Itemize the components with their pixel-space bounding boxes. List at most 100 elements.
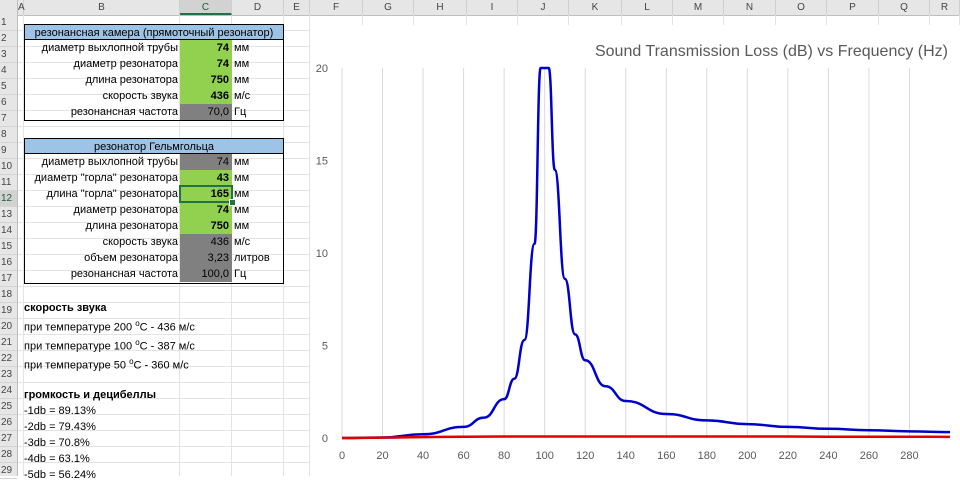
sound-speed-title[interactable]: скорость звука — [20, 300, 300, 316]
param-label[interactable]: объем резонатора — [24, 250, 180, 266]
row-header-19[interactable]: 19 — [0, 303, 17, 319]
row-header-27[interactable]: 27 — [0, 431, 17, 447]
param-label[interactable]: резонансная частота — [24, 266, 180, 282]
row-header-16[interactable]: 16 — [0, 255, 17, 271]
row-header-13[interactable]: 13 — [0, 207, 17, 223]
column-header-h[interactable]: H — [414, 0, 467, 15]
column-header-q[interactable]: Q — [879, 0, 930, 15]
param-unit[interactable]: мм — [232, 186, 284, 202]
column-header-m[interactable]: M — [673, 0, 724, 15]
row-header-17[interactable]: 17 — [0, 271, 17, 287]
row-header-11[interactable]: 11 — [0, 175, 17, 191]
row-header-9[interactable]: 9 — [0, 143, 17, 159]
column-header-e[interactable]: E — [284, 0, 310, 15]
param-label[interactable]: диаметр "горла" резонатора — [24, 170, 180, 186]
row-header-28[interactable]: 28 — [0, 447, 17, 463]
column-header-f[interactable]: F — [310, 0, 363, 15]
row-header-25[interactable]: 25 — [0, 399, 17, 415]
sound-speed-line[interactable]: при температуре 200 оС - 436 м/с — [20, 316, 300, 334]
row-header-12[interactable]: 12 — [0, 191, 17, 207]
column-header-d[interactable]: D — [232, 0, 284, 15]
column-header-p[interactable]: P — [827, 0, 879, 15]
param-label[interactable]: диаметр резонатора — [24, 202, 180, 218]
column-header-j[interactable]: J — [518, 0, 569, 15]
decibel-title[interactable]: громкость и децибеллы — [20, 387, 300, 403]
param-value[interactable]: 70,0 — [180, 104, 232, 120]
param-unit[interactable]: мм — [232, 56, 284, 72]
param-value[interactable]: 74 — [180, 202, 232, 218]
decibel-line[interactable]: -3db = 70.8% — [20, 435, 300, 451]
table1-header[interactable]: резонансная камера (прямоточный резонато… — [24, 24, 284, 40]
column-header-c[interactable]: C — [180, 0, 232, 15]
row-header-5[interactable]: 5 — [0, 79, 17, 95]
row-header-29[interactable]: 29 — [0, 463, 17, 479]
param-value[interactable]: 3,23 — [180, 250, 232, 266]
param-unit[interactable]: мм — [232, 202, 284, 218]
row-header-8[interactable]: 8 — [0, 127, 17, 143]
param-label[interactable]: скорость звука — [24, 88, 180, 104]
row-header-14[interactable]: 14 — [0, 223, 17, 239]
column-header-o[interactable]: O — [776, 0, 827, 15]
decibel-line[interactable]: -5db = 56.24% — [20, 467, 300, 483]
row-header-21[interactable]: 21 — [0, 335, 17, 351]
param-unit[interactable]: литров — [232, 250, 284, 266]
column-header-l[interactable]: L — [622, 0, 673, 15]
row-header-15[interactable]: 15 — [0, 239, 17, 255]
param-value[interactable]: 165 — [180, 186, 232, 202]
param-value[interactable]: 74 — [180, 40, 232, 56]
decibel-line[interactable]: -2db = 79.43% — [20, 419, 300, 435]
param-value[interactable]: 43 — [180, 170, 232, 186]
param-label[interactable]: длина "горла" резонатора — [24, 186, 180, 202]
param-label[interactable]: диаметр резонатора — [24, 56, 180, 72]
table2-header[interactable]: резонатор Гельмгольца — [24, 138, 284, 154]
chart-area[interactable]: Sound Transmission Loss (dB) vs Frequenc… — [310, 25, 960, 477]
param-label[interactable]: резонансная частота — [24, 104, 180, 120]
param-value[interactable]: 750 — [180, 218, 232, 234]
param-value[interactable]: 436 — [180, 234, 232, 250]
sound-speed-line[interactable]: при температуре 50 оС - 360 м/с — [20, 354, 300, 372]
decibel-line[interactable]: -1db = 89.13% — [20, 403, 300, 419]
row-header-23[interactable]: 23 — [0, 367, 17, 383]
row-header-7[interactable]: 7 — [0, 111, 17, 127]
row-header-26[interactable]: 26 — [0, 415, 17, 431]
row-header-4[interactable]: 4 — [0, 63, 17, 79]
param-value[interactable]: 74 — [180, 56, 232, 72]
row-header-2[interactable]: 2 — [0, 31, 17, 47]
decibel-line[interactable]: -4db = 63.1% — [20, 451, 300, 467]
param-label[interactable]: диаметр выхлопной трубы — [24, 154, 180, 170]
row-header-22[interactable]: 22 — [0, 351, 17, 367]
param-label[interactable]: диаметр выхлопной трубы — [24, 40, 180, 56]
row-header-10[interactable]: 10 — [0, 159, 17, 175]
row-header-6[interactable]: 6 — [0, 95, 17, 111]
column-header-n[interactable]: N — [724, 0, 776, 15]
param-value[interactable]: 74 — [180, 154, 232, 170]
param-unit[interactable]: мм — [232, 40, 284, 56]
column-header-g[interactable]: G — [363, 0, 414, 15]
row-header-3[interactable]: 3 — [0, 47, 17, 63]
param-unit[interactable]: мм — [232, 218, 284, 234]
row-header-20[interactable]: 20 — [0, 319, 17, 335]
param-unit[interactable]: мм — [232, 170, 284, 186]
param-unit[interactable]: мм — [232, 154, 284, 170]
row-header-1[interactable]: 1 — [0, 15, 17, 31]
param-label[interactable]: скорость звука — [24, 234, 180, 250]
column-header-i[interactable]: I — [467, 0, 518, 15]
fill-handle[interactable] — [229, 199, 236, 206]
param-label[interactable]: длина резонатора — [24, 218, 180, 234]
param-unit[interactable]: м/с — [232, 88, 284, 104]
sound-speed-line[interactable]: при температуре 100 оС - 387 м/с — [20, 335, 300, 353]
row-header-18[interactable]: 18 — [0, 287, 17, 303]
column-header-r[interactable]: R — [930, 0, 960, 15]
param-unit[interactable]: Гц — [232, 266, 284, 282]
row-header-24[interactable]: 24 — [0, 383, 17, 399]
column-header-k[interactable]: K — [569, 0, 622, 15]
param-unit[interactable]: м/с — [232, 234, 284, 250]
param-unit[interactable]: мм — [232, 72, 284, 88]
param-value[interactable]: 750 — [180, 72, 232, 88]
param-value[interactable]: 100,0 — [180, 266, 232, 282]
param-label[interactable]: длина резонатора — [24, 72, 180, 88]
column-header-b[interactable]: B — [24, 0, 180, 15]
param-unit[interactable]: Гц — [232, 104, 284, 120]
param-value[interactable]: 436 — [180, 88, 232, 104]
select-all-corner[interactable] — [0, 0, 18, 15]
